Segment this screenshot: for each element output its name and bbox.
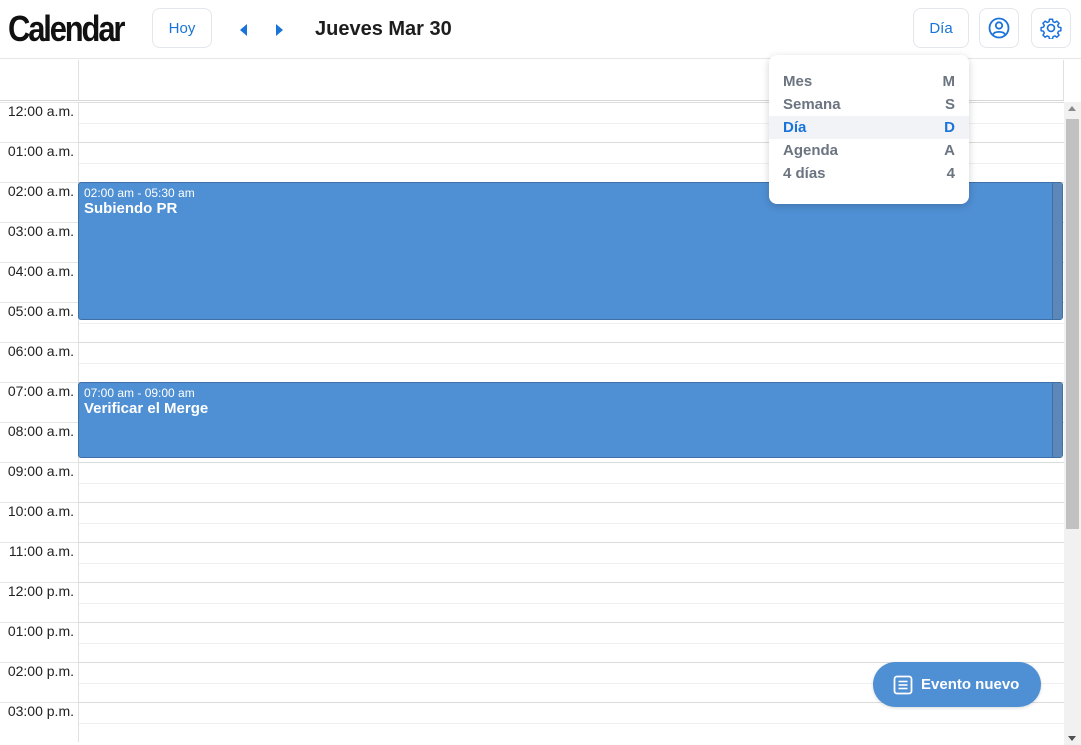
hour-slot[interactable] (78, 582, 1064, 622)
calendar-event[interactable]: 07:00 am - 09:00 am Verificar el Merge (78, 382, 1063, 458)
hour-row: 10:00 a.m. (0, 502, 1064, 542)
event-time: 07:00 am - 09:00 am (84, 386, 195, 400)
next-day-button[interactable] (269, 20, 289, 40)
hour-slot[interactable] (78, 342, 1064, 382)
half-hour-divider (79, 643, 1064, 644)
user-circle-icon (988, 17, 1010, 39)
hour-row: 06:00 a.m. (0, 342, 1064, 382)
hour-label: 09:00 a.m. (7, 463, 74, 479)
view-menu-item-month[interactable]: Mes M (769, 70, 969, 93)
vertical-scrollbar[interactable] (1064, 102, 1081, 745)
hour-label: 03:00 p.m. (7, 703, 74, 719)
scroll-down-arrow-icon[interactable] (1068, 736, 1076, 741)
hour-slot[interactable] (78, 702, 1064, 742)
hour-slot[interactable] (78, 542, 1064, 582)
hour-row: 12:00 p.m. (0, 582, 1064, 622)
current-date-title: Jueves Mar 30 (315, 18, 452, 40)
hour-label: 06:00 a.m. (7, 343, 74, 359)
hour-label: 01:00 p.m. (7, 623, 74, 639)
view-menu-item-week[interactable]: Semana S (769, 93, 969, 116)
app-logo: Calendar (8, 8, 125, 49)
event-resize-handle[interactable] (1052, 183, 1062, 319)
hour-slot[interactable] (78, 462, 1064, 502)
hour-label: 03:00 a.m. (7, 223, 74, 239)
half-hour-divider (79, 523, 1064, 524)
hour-row: 01:00 p.m. (0, 622, 1064, 662)
chevron-right-icon (275, 24, 283, 36)
today-button[interactable]: Hoy (152, 8, 212, 48)
new-event-button[interactable]: Evento nuevo (873, 662, 1041, 707)
half-hour-divider (79, 723, 1064, 724)
half-hour-divider (79, 563, 1064, 564)
time-gutter-header (0, 60, 78, 101)
event-title: Verificar el Merge (84, 400, 209, 417)
view-menu-item-agenda[interactable]: Agenda A (769, 139, 969, 162)
hour-label: 01:00 a.m. (7, 143, 74, 159)
new-event-label: Evento nuevo (921, 676, 1020, 693)
hour-label: 02:00 p.m. (7, 663, 74, 679)
hour-label: 10:00 a.m. (7, 503, 74, 519)
half-hour-divider (79, 603, 1064, 604)
hour-label: 12:00 p.m. (7, 583, 74, 599)
half-hour-divider (79, 483, 1064, 484)
chevron-left-icon (239, 24, 247, 36)
hour-label: 02:00 a.m. (7, 183, 74, 199)
view-menu-item-4-days[interactable]: 4 días 4 (769, 162, 969, 185)
half-hour-divider (79, 363, 1064, 364)
hour-label: 11:00 a.m. (8, 543, 74, 559)
top-toolbar: Calendar Hoy Jueves Mar 30 Día (0, 0, 1081, 59)
hour-row: 03:00 p.m. (0, 702, 1064, 742)
hour-label: 05:00 a.m. (7, 303, 74, 319)
hour-label: 08:00 a.m. (7, 423, 74, 439)
scroll-up-arrow-icon[interactable] (1068, 106, 1076, 111)
settings-button[interactable] (1031, 8, 1071, 48)
hour-slot[interactable] (78, 502, 1064, 542)
hour-label: 07:00 a.m. (7, 383, 74, 399)
prev-day-button[interactable] (233, 20, 253, 40)
hour-label: 04:00 a.m. (7, 263, 74, 279)
hour-row: 09:00 a.m. (0, 462, 1064, 502)
view-menu: Mes M Semana S Día D Agenda A 4 días 4 (769, 55, 969, 204)
hour-slot[interactable] (78, 622, 1064, 662)
user-profile-button[interactable] (979, 8, 1019, 48)
hour-row: 11:00 a.m. (0, 542, 1064, 582)
hour-label: 12:00 a.m. (7, 103, 74, 119)
gear-icon (1040, 18, 1062, 39)
half-hour-divider (79, 323, 1064, 324)
note-list-icon (893, 675, 913, 694)
scroll-thumb[interactable] (1066, 119, 1079, 529)
view-select-button[interactable]: Día (913, 8, 969, 48)
view-menu-item-day[interactable]: Día D (769, 116, 969, 139)
event-resize-handle[interactable] (1052, 383, 1062, 457)
